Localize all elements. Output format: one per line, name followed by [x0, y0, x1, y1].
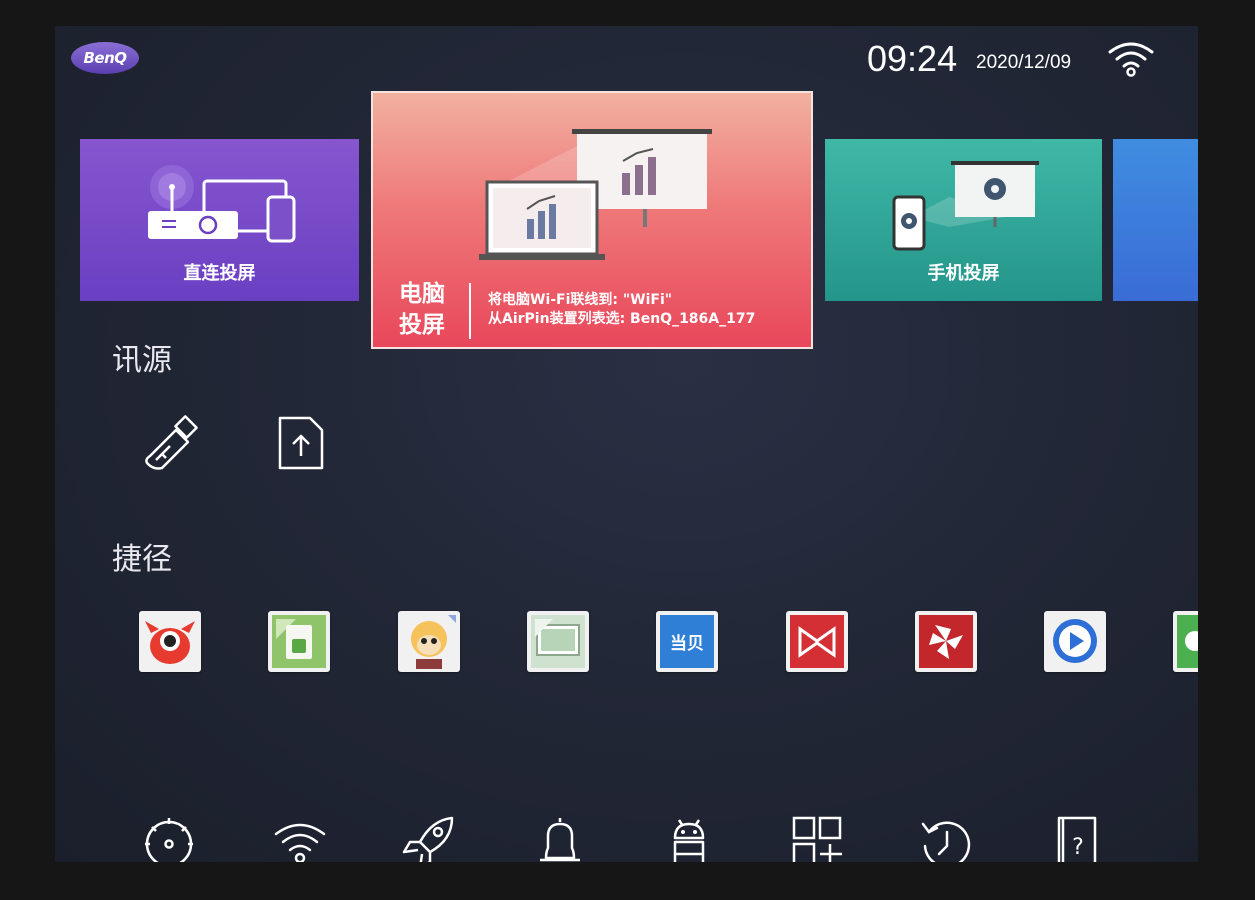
- wifi-icon[interactable]: [272, 816, 328, 862]
- tv-screen-app-icon[interactable]: [527, 611, 589, 672]
- pc-cast-title-1: 电脑: [399, 281, 445, 307]
- launcher-screen: BenQ 09:24 2020/12/09 直连投屏 电脑 投屏 将电脑Wi-F…: [55, 26, 1198, 862]
- pc-cast-info-2: 从AirPin装置列表选: BenQ_186A_177: [488, 311, 756, 327]
- projector-devices-icon: [148, 165, 296, 243]
- partial-green-app-icon[interactable]: [1173, 611, 1198, 672]
- tile-phone-label: 手机投屏: [927, 263, 1000, 284]
- section-shortcut-title: 捷径: [112, 542, 172, 577]
- svg-text:?: ?: [1072, 835, 1084, 860]
- usb-drive-icon[interactable]: [140, 414, 200, 474]
- bell-icon[interactable]: [532, 816, 588, 862]
- pc-cast-title-2: 投屏: [399, 312, 445, 338]
- green-file-app-icon[interactable]: [268, 611, 330, 672]
- settings-icon[interactable]: [141, 816, 197, 862]
- android-icon[interactable]: [661, 816, 717, 862]
- help-book-icon[interactable]: ?: [1049, 816, 1105, 862]
- tile-direct-label: 直连投屏: [183, 263, 256, 284]
- tile-more[interactable]: [1113, 139, 1198, 301]
- file-upload-icon[interactable]: [270, 414, 330, 474]
- red-pinwheel-app-icon[interactable]: [915, 611, 977, 672]
- clock-time: 09:24: [867, 38, 958, 79]
- blue-play-app-icon[interactable]: [1044, 611, 1106, 672]
- clock-date: 2020/12/09: [976, 52, 1072, 73]
- bowtie-app-icon[interactable]: [786, 611, 848, 672]
- dangbei-app-text: 当贝: [660, 615, 714, 668]
- wifi-icon[interactable]: [1106, 40, 1156, 78]
- clock-update-icon[interactable]: [919, 816, 975, 862]
- tile-phone-cast[interactable]: 手机投屏: [825, 139, 1102, 301]
- red-mascot-app-icon[interactable]: [139, 611, 201, 672]
- section-source-title: 讯源: [112, 343, 172, 378]
- tile-direct-cast[interactable]: 直连投屏: [80, 139, 359, 301]
- laptop-projection-icon: [479, 129, 712, 260]
- dangbei-app-icon[interactable]: 当贝: [656, 611, 718, 672]
- app-grid-icon[interactable]: [790, 816, 846, 862]
- pc-cast-divider: [469, 283, 471, 339]
- tile-pc-cast[interactable]: 电脑 投屏 将电脑Wi-Fi联线到: "WiFi" 从AirPin装置列表选: …: [371, 91, 813, 349]
- rocket-icon[interactable]: [402, 816, 458, 862]
- phone-projection-icon: [892, 161, 1039, 251]
- pc-cast-info-1: 将电脑Wi-Fi联线到: "WiFi": [488, 292, 673, 308]
- monkey-king-app-icon[interactable]: [398, 611, 460, 672]
- benq-logo: BenQ: [71, 42, 139, 74]
